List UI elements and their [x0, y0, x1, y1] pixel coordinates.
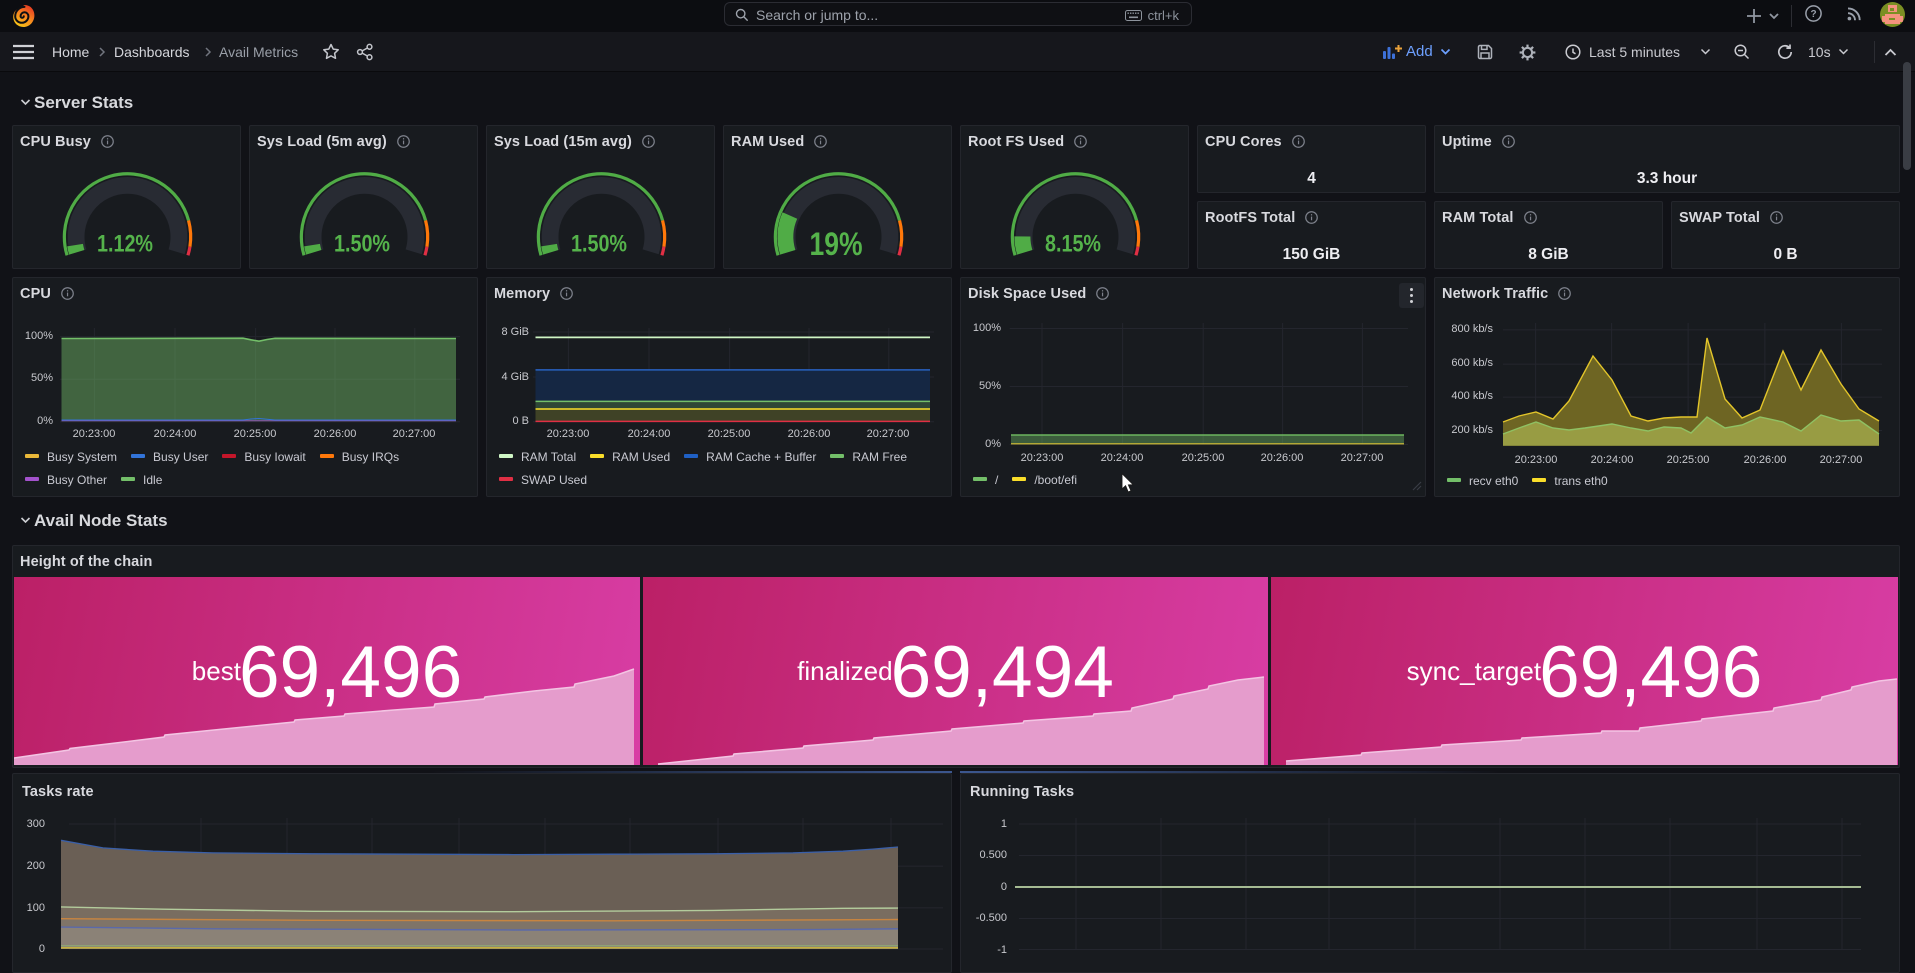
svg-text:?: ?	[1810, 9, 1816, 20]
svg-text:1.12%: 1.12%	[97, 231, 153, 258]
svg-text:8.15%: 8.15%	[1045, 231, 1101, 258]
svg-text:1.50%: 1.50%	[571, 231, 627, 258]
svg-text:19%: 19%	[810, 225, 863, 262]
svg-text:1.50%: 1.50%	[334, 231, 390, 258]
